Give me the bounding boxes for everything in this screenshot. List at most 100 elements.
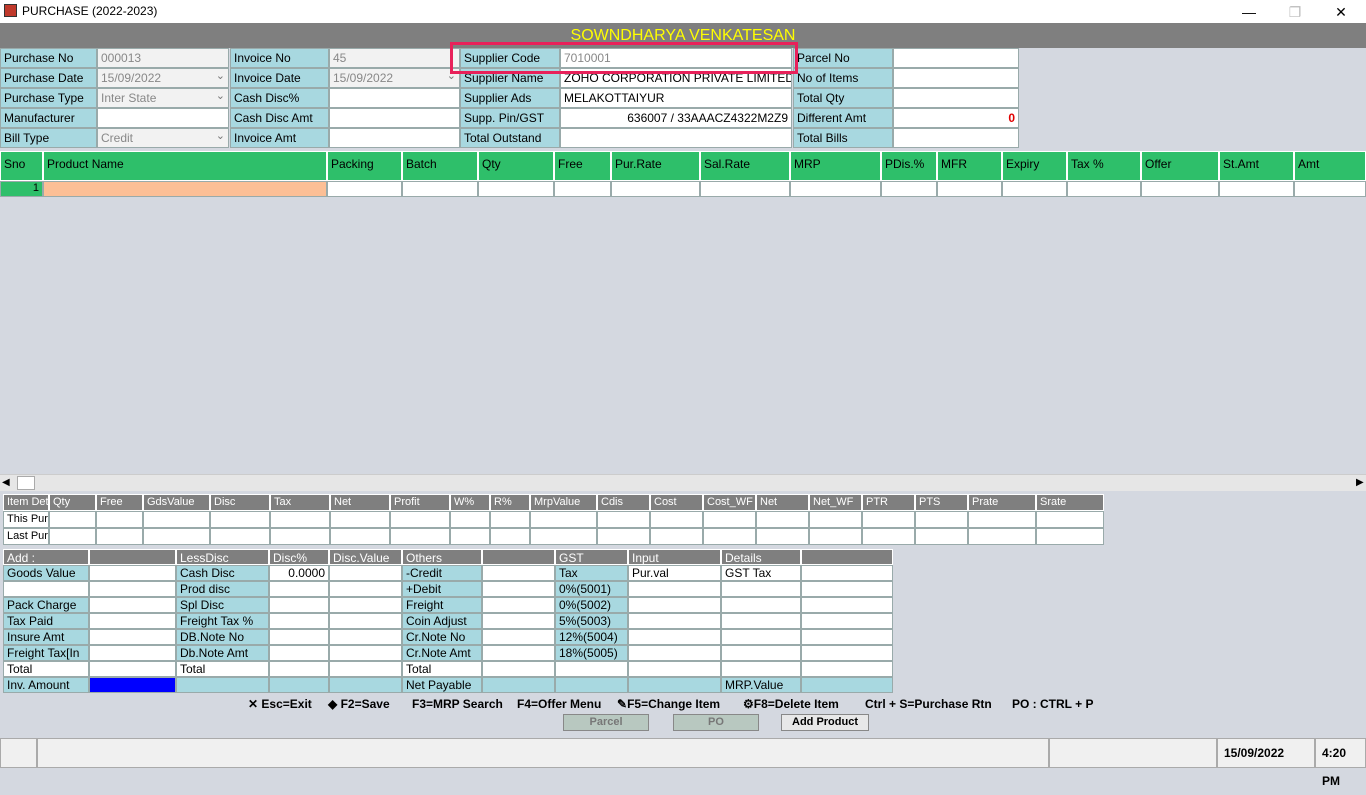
- disc-pct-value[interactable]: [269, 677, 329, 693]
- disc-pct-value[interactable]: [269, 597, 329, 613]
- others-row-value[interactable]: [482, 581, 555, 597]
- scroll-right-icon[interactable]: ▶: [1356, 477, 1364, 488]
- item-details-cell: [490, 528, 530, 545]
- disc-value[interactable]: [329, 581, 402, 597]
- grid-column-header[interactable]: Sno: [0, 151, 43, 181]
- cash-disc-amt-field[interactable]: [329, 108, 460, 128]
- disc-value[interactable]: [329, 645, 402, 661]
- grid-column-header[interactable]: Expiry: [1002, 151, 1067, 181]
- grid-column-header[interactable]: Product Name: [43, 151, 327, 181]
- item-details-cell: [703, 511, 756, 528]
- supp-pin-field[interactable]: 636007 / 33AAACZ4322M2Z9: [560, 108, 792, 128]
- others-row-value[interactable]: [482, 661, 555, 677]
- restore-button[interactable]: ❐: [1272, 2, 1318, 22]
- scroll-left-icon[interactable]: ◀: [2, 477, 10, 488]
- grid-cell[interactable]: [1002, 181, 1067, 197]
- grid-cell[interactable]: [554, 181, 611, 197]
- cash-disc-pct-field[interactable]: [329, 88, 460, 108]
- grid-cell[interactable]: [1141, 181, 1219, 197]
- invoice-no-field[interactable]: 45: [329, 48, 460, 68]
- disc-pct-value[interactable]: 0.0000: [269, 565, 329, 581]
- grid-cell[interactable]: [937, 181, 1002, 197]
- less-row-label: Db.Note Amt: [176, 645, 269, 661]
- grid-cell[interactable]: [327, 181, 402, 197]
- supplier-ads-field[interactable]: MELAKOTTAIYUR: [560, 88, 792, 108]
- grid-cell[interactable]: [478, 181, 554, 197]
- grid-cell[interactable]: [1067, 181, 1141, 197]
- manufacturer-field[interactable]: [97, 108, 229, 128]
- disc-pct-value[interactable]: [269, 629, 329, 645]
- item-details-cell: [210, 511, 270, 528]
- add-row-value[interactable]: [89, 613, 176, 629]
- add-product-button[interactable]: Add Product: [781, 714, 869, 731]
- item-details-header: PTS: [915, 494, 968, 511]
- invoice-amt-field[interactable]: [329, 128, 460, 148]
- po-button[interactable]: PO: [673, 714, 759, 731]
- item-details-header: Net: [330, 494, 390, 511]
- grid-column-header[interactable]: PDis.%: [881, 151, 937, 181]
- others-row-value[interactable]: [482, 677, 555, 693]
- grid-column-header[interactable]: Tax %: [1067, 151, 1141, 181]
- grid-cell[interactable]: [881, 181, 937, 197]
- disc-pct-value[interactable]: [269, 581, 329, 597]
- disc-value[interactable]: [329, 597, 402, 613]
- disc-value[interactable]: [329, 677, 402, 693]
- grid-column-header[interactable]: Packing: [327, 151, 402, 181]
- add-row-value[interactable]: [89, 565, 176, 581]
- item-details-cell: [650, 528, 703, 545]
- grid-column-header[interactable]: MRP: [790, 151, 881, 181]
- purchase-type-select[interactable]: Inter State: [97, 88, 229, 108]
- minimize-button[interactable]: —: [1226, 2, 1272, 22]
- grid-cell[interactable]: [1294, 181, 1366, 197]
- add-row-value[interactable]: [89, 581, 176, 597]
- others-row-value[interactable]: [482, 613, 555, 629]
- grid-column-header[interactable]: MFR: [937, 151, 1002, 181]
- add-row-value[interactable]: [89, 629, 176, 645]
- grid-cell[interactable]: [1219, 181, 1294, 197]
- item-details-cell: [143, 511, 210, 528]
- disc-pct-value[interactable]: [269, 645, 329, 661]
- grid-column-header[interactable]: St.Amt: [1219, 151, 1294, 181]
- grid-cell[interactable]: [790, 181, 881, 197]
- others-row-value[interactable]: [482, 645, 555, 661]
- grid-column-header[interactable]: Pur.Rate: [611, 151, 700, 181]
- add-row-value[interactable]: [89, 645, 176, 661]
- grid-column-header[interactable]: Amt: [1294, 151, 1366, 181]
- purchase-date-picker[interactable]: 15/09/2022: [97, 68, 229, 88]
- parcel-button[interactable]: Parcel: [563, 714, 649, 731]
- disc-value[interactable]: [329, 661, 402, 677]
- grid-column-header[interactable]: Batch: [402, 151, 478, 181]
- grid-column-header[interactable]: Qty: [478, 151, 554, 181]
- grid-scrollbar[interactable]: ◀ ▶: [0, 474, 1366, 491]
- grid-cell[interactable]: [611, 181, 700, 197]
- less-row-label: Prod disc: [176, 581, 269, 597]
- invoice-date-picker[interactable]: 15/09/2022: [329, 68, 460, 88]
- disc-pct-value[interactable]: [269, 613, 329, 629]
- others-row-label: Cr.Note Amt: [402, 645, 482, 661]
- grid-cell[interactable]: [700, 181, 790, 197]
- item-details-row-label: Last Pur: [3, 528, 49, 545]
- disc-value[interactable]: [329, 629, 402, 645]
- others-row-value[interactable]: [482, 565, 555, 581]
- add-row-value[interactable]: [89, 661, 176, 677]
- others-row-value[interactable]: [482, 597, 555, 613]
- grid-column-header[interactable]: Sal.Rate: [700, 151, 790, 181]
- grid-cell[interactable]: [402, 181, 478, 197]
- totals-header: LessDisc: [176, 549, 269, 565]
- grid-column-header[interactable]: Offer: [1141, 151, 1219, 181]
- others-row-value[interactable]: [482, 629, 555, 645]
- bill-type-select[interactable]: Credit: [97, 128, 229, 148]
- grid-column-header[interactable]: Free: [554, 151, 611, 181]
- disc-pct-value[interactable]: [269, 661, 329, 677]
- disc-value[interactable]: [329, 565, 402, 581]
- purchase-no-field[interactable]: 000013: [97, 48, 229, 68]
- details-value: [801, 613, 893, 629]
- product-grid-body: [0, 197, 1366, 474]
- scroll-thumb[interactable]: [17, 476, 35, 490]
- close-button[interactable]: ✕: [1318, 2, 1364, 22]
- inv-amount-field[interactable]: [89, 677, 176, 693]
- parcel-no-field[interactable]: [893, 48, 1019, 68]
- add-row-value[interactable]: [89, 597, 176, 613]
- product-name-input[interactable]: [43, 181, 327, 197]
- disc-value[interactable]: [329, 613, 402, 629]
